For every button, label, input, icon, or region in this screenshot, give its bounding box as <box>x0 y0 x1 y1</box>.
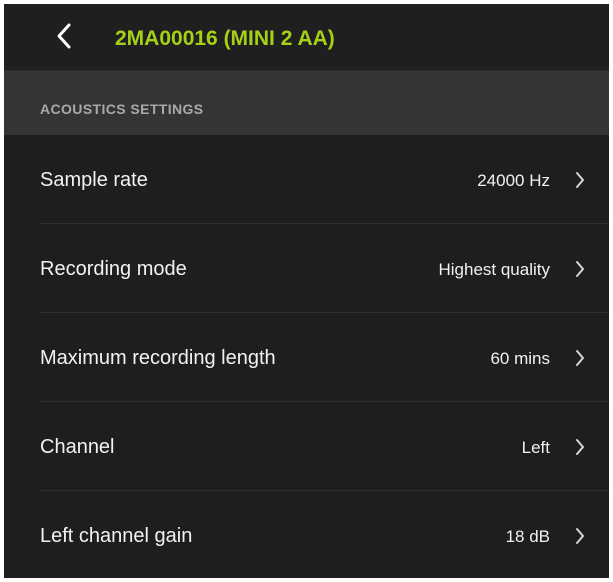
setting-row-sample-rate[interactable]: Sample rate 24000 Hz <box>4 135 609 224</box>
back-button[interactable] <box>52 21 76 51</box>
top-bar: 2MA00016 (MINI 2 AA) <box>4 4 609 71</box>
setting-value: 60 mins <box>490 349 550 368</box>
chevron-right-icon <box>576 528 584 544</box>
chevron-right-icon <box>576 439 584 455</box>
setting-label: Left channel gain <box>40 525 193 547</box>
settings-list: Sample rate 24000 Hz Recording mode High… <box>4 135 609 578</box>
setting-label: Maximum recording length <box>40 347 276 369</box>
chevron-left-icon <box>57 23 71 49</box>
chevron-right-icon <box>576 261 584 277</box>
setting-value: Highest quality <box>438 260 550 279</box>
setting-row-recording-mode[interactable]: Recording mode Highest quality <box>4 224 609 313</box>
chevron-right-icon <box>576 350 584 366</box>
setting-label: Sample rate <box>40 169 148 191</box>
setting-value: 18 dB <box>505 527 550 546</box>
app-screen: 2MA00016 (MINI 2 AA) ACOUSTICS SETTINGS … <box>4 4 609 578</box>
setting-label: Channel <box>40 436 115 458</box>
chevron-right-icon <box>576 172 584 188</box>
setting-label: Recording mode <box>40 258 187 280</box>
setting-row-channel[interactable]: Channel Left <box>4 402 609 491</box>
setting-row-left-channel-gain[interactable]: Left channel gain 18 dB <box>4 491 609 578</box>
setting-value: Left <box>521 438 550 457</box>
device-title: 2MA00016 (MINI 2 AA) <box>115 27 335 50</box>
setting-row-maximum-recording-length[interactable]: Maximum recording length 60 mins <box>4 313 609 402</box>
section-header: ACOUSTICS SETTINGS <box>4 71 609 135</box>
setting-value: 24000 Hz <box>477 171 550 190</box>
